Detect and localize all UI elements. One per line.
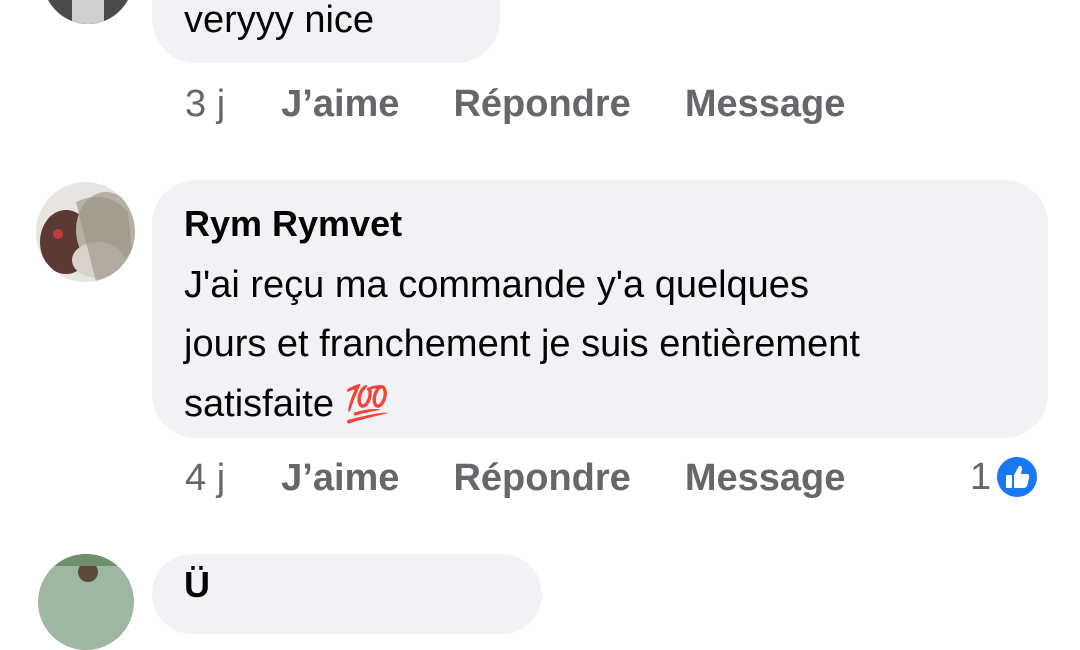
message-button[interactable]: Message bbox=[685, 457, 846, 500]
reaction-summary[interactable]: 1 bbox=[970, 452, 1040, 502]
comment-text-line-3: satisfaite 💯 bbox=[184, 374, 1048, 434]
comment-text: veryyy nice bbox=[184, 0, 375, 41]
avatar-rym-rymvet[interactable] bbox=[36, 182, 135, 282]
avatar-commenter-1[interactable] bbox=[42, 0, 134, 24]
avatar-image bbox=[42, 0, 134, 24]
comment-author-name[interactable]: Ü bbox=[184, 564, 210, 605]
comment-actions-1: 3 j J’aime Répondre Message bbox=[185, 74, 845, 134]
comment-author-name[interactable]: Rym Rymvet bbox=[184, 202, 1048, 246]
reaction-count: 1 bbox=[970, 455, 992, 498]
comment-bubble-1: veryyy nice bbox=[152, 0, 500, 63]
like-button[interactable]: J’aime bbox=[281, 457, 399, 500]
hundred-points-emoji: 💯 bbox=[344, 383, 390, 424]
avatar-image bbox=[38, 554, 134, 650]
comment-bubble-2: Rym Rymvet J'ai reçu ma commande y'a que… bbox=[152, 180, 1048, 438]
comment-time[interactable]: 3 j bbox=[185, 83, 225, 126]
comment-time[interactable]: 4 j bbox=[185, 457, 225, 500]
like-button[interactable]: J’aime bbox=[281, 83, 399, 126]
comment-text-line-3-words: satisfaite bbox=[184, 383, 334, 425]
like-icon bbox=[995, 455, 1040, 499]
comment-actions-2: 4 j J’aime Répondre Message bbox=[185, 448, 845, 508]
comment-bubble-3: Ü bbox=[152, 554, 542, 634]
avatar-commenter-3[interactable] bbox=[38, 554, 134, 650]
message-button[interactable]: Message bbox=[685, 83, 846, 126]
comment-text-line-1: J'ai reçu ma commande y'a quelques bbox=[184, 264, 809, 306]
reply-button[interactable]: Répondre bbox=[453, 457, 630, 500]
comment-text-line-2: jours et franchement je suis entièrement bbox=[184, 323, 860, 365]
reply-button[interactable]: Répondre bbox=[453, 83, 630, 126]
avatar-image bbox=[36, 182, 135, 282]
